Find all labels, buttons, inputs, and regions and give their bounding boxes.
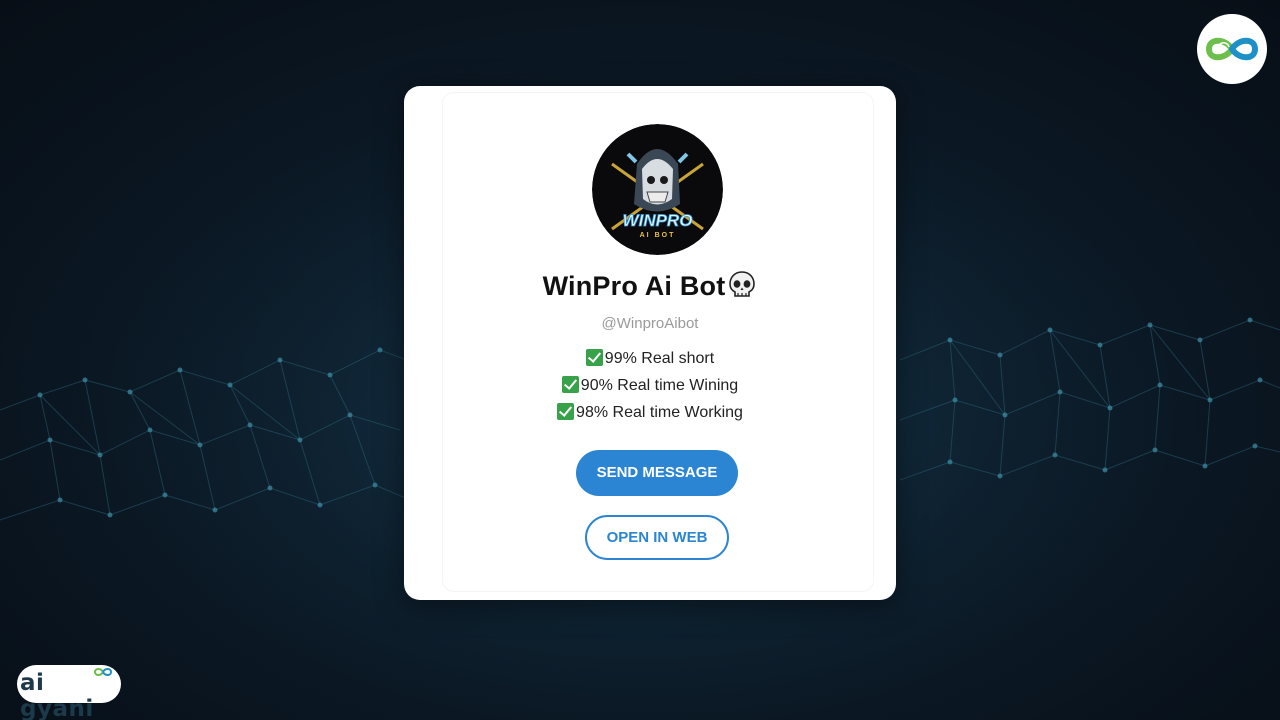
open-in-web-button[interactable]: OPEN IN WEB — [585, 515, 729, 560]
skull-icon — [727, 270, 757, 300]
infinity-leaf-icon — [1197, 14, 1267, 84]
description-line: 90% Real time Wining — [404, 372, 896, 399]
description-text: 99% Real short — [604, 350, 715, 367]
bot-name-heading: WinPro Ai Bot — [404, 271, 896, 303]
description-text: 90% Real time Wining — [580, 377, 739, 394]
check-mark-icon — [585, 349, 603, 366]
page-background: WINPRO AI BOT WinPro Ai Bot @WinproAibot… — [0, 0, 1280, 720]
bot-description: 99% Real short 90% Real time Wining 98% … — [404, 345, 896, 426]
send-message-button[interactable]: SEND MESSAGE — [576, 450, 738, 496]
description-line: 99% Real short — [404, 345, 896, 372]
brand-watermark: ai gyani — [17, 665, 121, 720]
bot-profile-card: WINPRO AI BOT WinPro Ai Bot @WinproAibot… — [404, 86, 896, 600]
bot-name: WinPro Ai Bot — [542, 271, 726, 301]
svg-text:WINPRO: WINPRO — [623, 211, 693, 230]
brand-text: ai gyani — [20, 670, 94, 720]
check-mark-icon — [561, 376, 579, 393]
bot-avatar: WINPRO AI BOT — [592, 124, 723, 255]
bot-username: @WinproAibot — [601, 315, 699, 332]
check-mark-icon — [557, 403, 575, 420]
description-line: 98% Real time Working — [404, 399, 896, 426]
infinity-mark-icon — [93, 668, 113, 676]
description-text: 98% Real time Working — [576, 404, 743, 421]
svg-text:AI BOT: AI BOT — [640, 232, 676, 239]
